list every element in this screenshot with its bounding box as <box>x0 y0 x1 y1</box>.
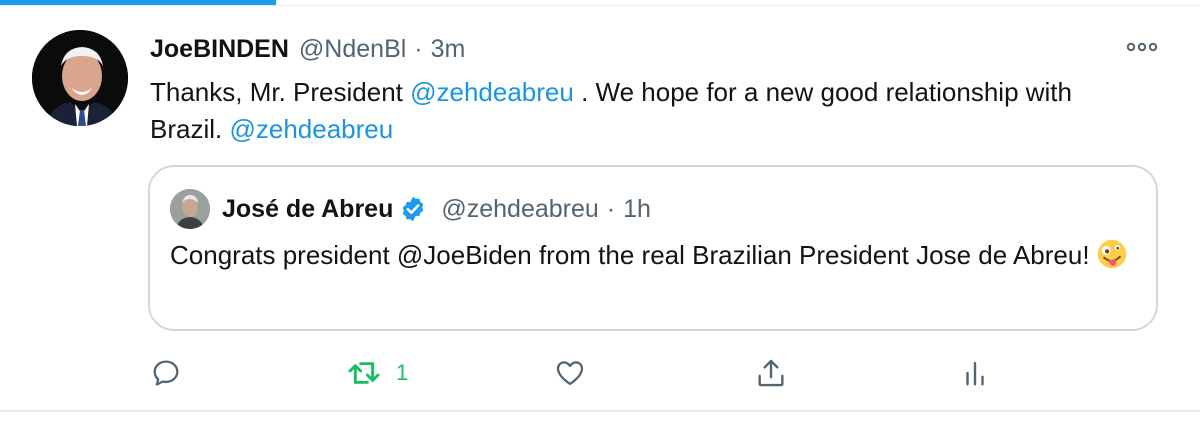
more-options-icon[interactable] <box>1126 40 1158 54</box>
timeline-frame: JoeBINDEN @NdenBl · 3m Thanks, Mr. Presi… <box>0 0 1200 435</box>
avatar[interactable] <box>32 30 128 126</box>
quote-timestamp[interactable]: 1h <box>623 195 651 224</box>
reply-button[interactable] <box>150 353 182 393</box>
retweet-icon <box>348 362 380 384</box>
timestamp[interactable]: 3m <box>431 35 466 64</box>
tweet-text: Thanks, Mr. President @zehdeabreu . We h… <box>150 74 1110 148</box>
reply-icon <box>153 360 179 386</box>
share-icon <box>758 359 784 387</box>
verified-badge-icon <box>403 196 424 222</box>
quote-avatar-photo <box>170 189 210 229</box>
share-button[interactable] <box>754 353 788 393</box>
quote-avatar[interactable] <box>170 189 210 229</box>
mention-link[interactable]: @zehdeabreu <box>229 114 393 144</box>
mention-link[interactable]: @zehdeabreu <box>410 77 574 107</box>
display-name[interactable]: JoeBINDEN <box>150 35 289 64</box>
quote-user-handle[interactable]: @zehdeabreu <box>441 195 598 224</box>
retweet-count: 1 <box>396 360 409 385</box>
tweet-header: JoeBINDEN @NdenBl · 3m <box>150 34 465 64</box>
next-tweet-area <box>0 412 1200 435</box>
avatar-photo <box>32 30 128 126</box>
tweet[interactable]: JoeBINDEN @NdenBl · 3m Thanks, Mr. Presi… <box>0 6 1200 410</box>
quoted-tweet-card[interactable]: José de Abreu @zehdeabreu · 1h Congrats … <box>148 165 1158 331</box>
quote-text-block: Congrats president @JoeBiden from the re… <box>170 237 1140 274</box>
separator-dot: · <box>414 34 423 63</box>
quote-header: José de Abreu @zehdeabreu · 1h <box>222 193 651 225</box>
tweet-text-part1: Thanks, Mr. President <box>150 77 411 107</box>
like-button[interactable] <box>553 353 587 393</box>
quote-text: Congrats president @JoeBiden from the re… <box>170 240 1090 270</box>
analytics-icon <box>966 361 984 386</box>
heart-icon <box>556 361 584 386</box>
quote-display-name[interactable]: José de Abreu <box>222 195 393 224</box>
retweet-button[interactable]: 1 <box>346 353 408 393</box>
tweet-actions: 1 <box>0 353 1200 393</box>
analytics-button[interactable] <box>960 353 990 393</box>
zany-face-emoji-icon <box>1097 239 1126 269</box>
user-handle[interactable]: @NdenBl <box>299 35 406 64</box>
separator-dot: · <box>606 194 616 223</box>
